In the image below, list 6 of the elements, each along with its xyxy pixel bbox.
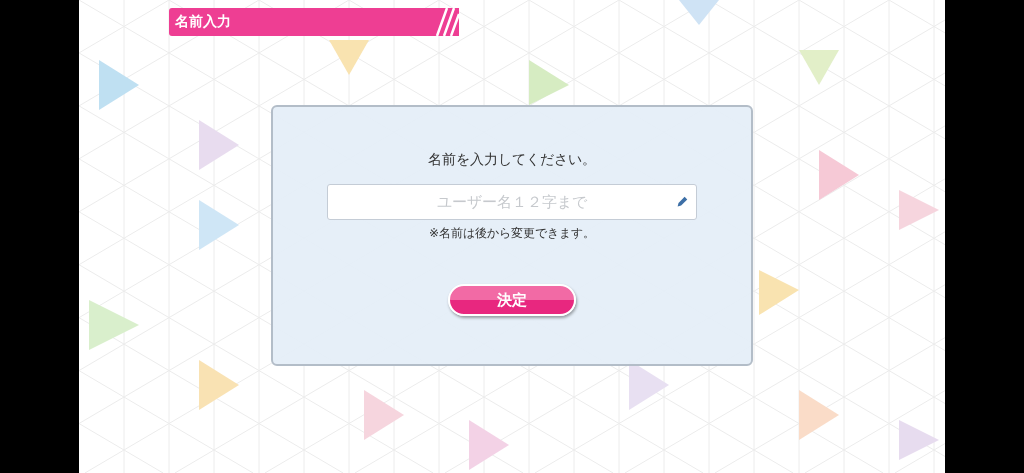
name-input-field[interactable]: ユーザー名１２字まで (327, 184, 697, 220)
prompt-text: 名前を入力してください。 (428, 151, 596, 169)
confirm-button[interactable]: 決定 (448, 284, 576, 316)
pencil-icon (675, 195, 689, 209)
header-title: 名前入力 (175, 13, 231, 31)
note-text: ※名前は後から変更できます。 (428, 225, 596, 242)
